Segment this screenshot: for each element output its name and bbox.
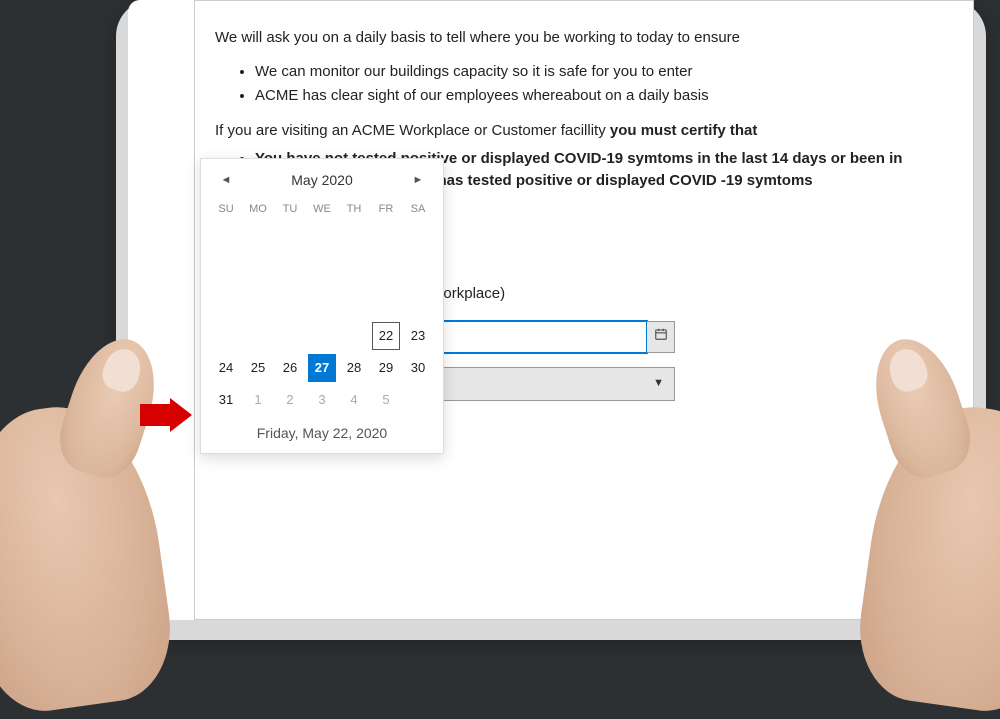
calendar-day[interactable]: 27 [308, 354, 336, 382]
calendar-dow: FR [371, 199, 401, 223]
intro-text: We will ask you on a daily basis to tell… [215, 27, 941, 49]
calendar-dow: TU [275, 199, 305, 223]
calendar-day[interactable]: 2 [276, 386, 304, 414]
red-arrow-annotation [140, 398, 192, 432]
certify-prefix: If you are visiting an ACME Workplace or… [215, 122, 610, 139]
calendar-day[interactable]: 31 [212, 386, 240, 414]
date-picker-button[interactable] [647, 321, 675, 353]
calendar-dow: SA [403, 199, 433, 223]
certify-line: If you are visiting an ACME Workplace or… [215, 120, 941, 142]
calendar-day[interactable]: 29 [372, 354, 400, 382]
calendar-header: ◄ May 2020 ► [211, 167, 433, 199]
calendar-title[interactable]: May 2020 [291, 172, 352, 188]
calendar-day[interactable]: 4 [340, 386, 368, 414]
hand-right [830, 307, 1000, 707]
date-picker-popup: ◄ May 2020 ► SUMOTUWETHFRSA2223242526272… [200, 158, 444, 454]
calendar-dow: SU [211, 199, 241, 223]
calendar-day[interactable]: 24 [212, 354, 240, 382]
calendar-dow: TH [339, 199, 369, 223]
calendar-day[interactable]: 5 [372, 386, 400, 414]
calendar-day[interactable]: 26 [276, 354, 304, 382]
calendar-day[interactable]: 23 [404, 322, 432, 350]
intro-bullets: We can monitor our buildings capacity so… [255, 61, 941, 107]
certify-bold: you must certify that [610, 122, 758, 139]
calendar-next-button[interactable]: ► [409, 171, 427, 189]
bullet-2: ACME has clear sight of our employees wh… [255, 85, 941, 107]
calendar-day[interactable]: 30 [404, 354, 432, 382]
calendar-dow: WE [307, 199, 337, 223]
bullet-1: We can monitor our buildings capacity so… [255, 61, 941, 83]
calendar-footer[interactable]: Friday, May 22, 2020 [211, 425, 433, 441]
calendar-grid: SUMOTUWETHFRSA2223242526272829303112345 [211, 199, 433, 415]
calendar-day[interactable]: 28 [340, 354, 368, 382]
calendar-prev-button[interactable]: ◄ [217, 171, 235, 189]
calendar-day[interactable]: 22 [372, 322, 400, 350]
hand-left [0, 307, 200, 707]
calendar-day[interactable]: 25 [244, 354, 272, 382]
calendar-day[interactable]: 1 [244, 386, 272, 414]
calendar-icon [654, 326, 668, 348]
calendar-dow: MO [243, 199, 273, 223]
calendar-day[interactable]: 3 [308, 386, 336, 414]
chevron-down-icon: ▼ [653, 376, 664, 392]
